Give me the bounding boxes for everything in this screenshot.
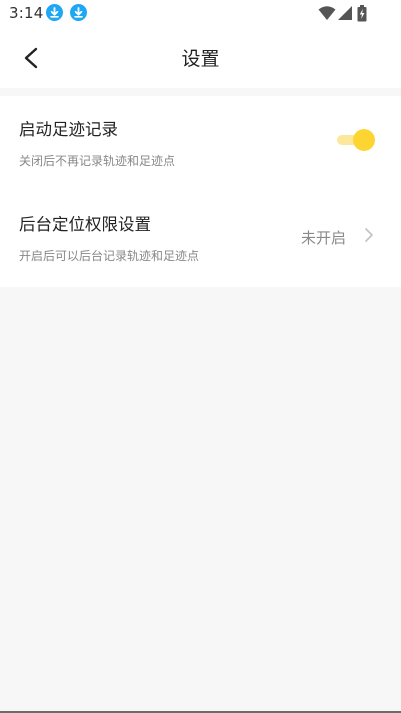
setting-subtitle: 关闭后不再记录轨迹和足迹点 <box>19 154 176 168</box>
status-bar: 3:14 <box>0 0 401 26</box>
nav-bar: 设置 <box>0 26 401 88</box>
status-time: 3:14 <box>9 4 44 22</box>
setting-title: 启动足迹记录 <box>19 120 118 139</box>
setting-title: 后台定位权限设置 <box>19 215 151 234</box>
setting-subtitle: 开启后可以后台记录轨迹和足迹点 <box>19 249 200 263</box>
setting-row-footprint-record: 启动足迹记录 关闭后不再记录轨迹和足迹点 <box>0 96 401 191</box>
download-icon <box>46 4 63 21</box>
signal-icon <box>338 6 352 20</box>
download-icon <box>70 4 87 21</box>
wifi-icon <box>318 6 336 20</box>
chevron-right-icon <box>365 228 373 242</box>
footprint-record-toggle[interactable] <box>337 129 375 151</box>
settings-card: 启动足迹记录 关闭后不再记录轨迹和足迹点 后台定位权限设置 开启后可以后台记录轨… <box>0 96 401 287</box>
page-title: 设置 <box>181 48 220 70</box>
setting-row-background-location[interactable]: 后台定位权限设置 开启后可以后台记录轨迹和足迹点 未开启 <box>0 191 401 287</box>
permission-status: 未开启 <box>300 229 346 247</box>
battery-charging-icon <box>357 5 367 22</box>
toggle-thumb <box>353 129 375 151</box>
